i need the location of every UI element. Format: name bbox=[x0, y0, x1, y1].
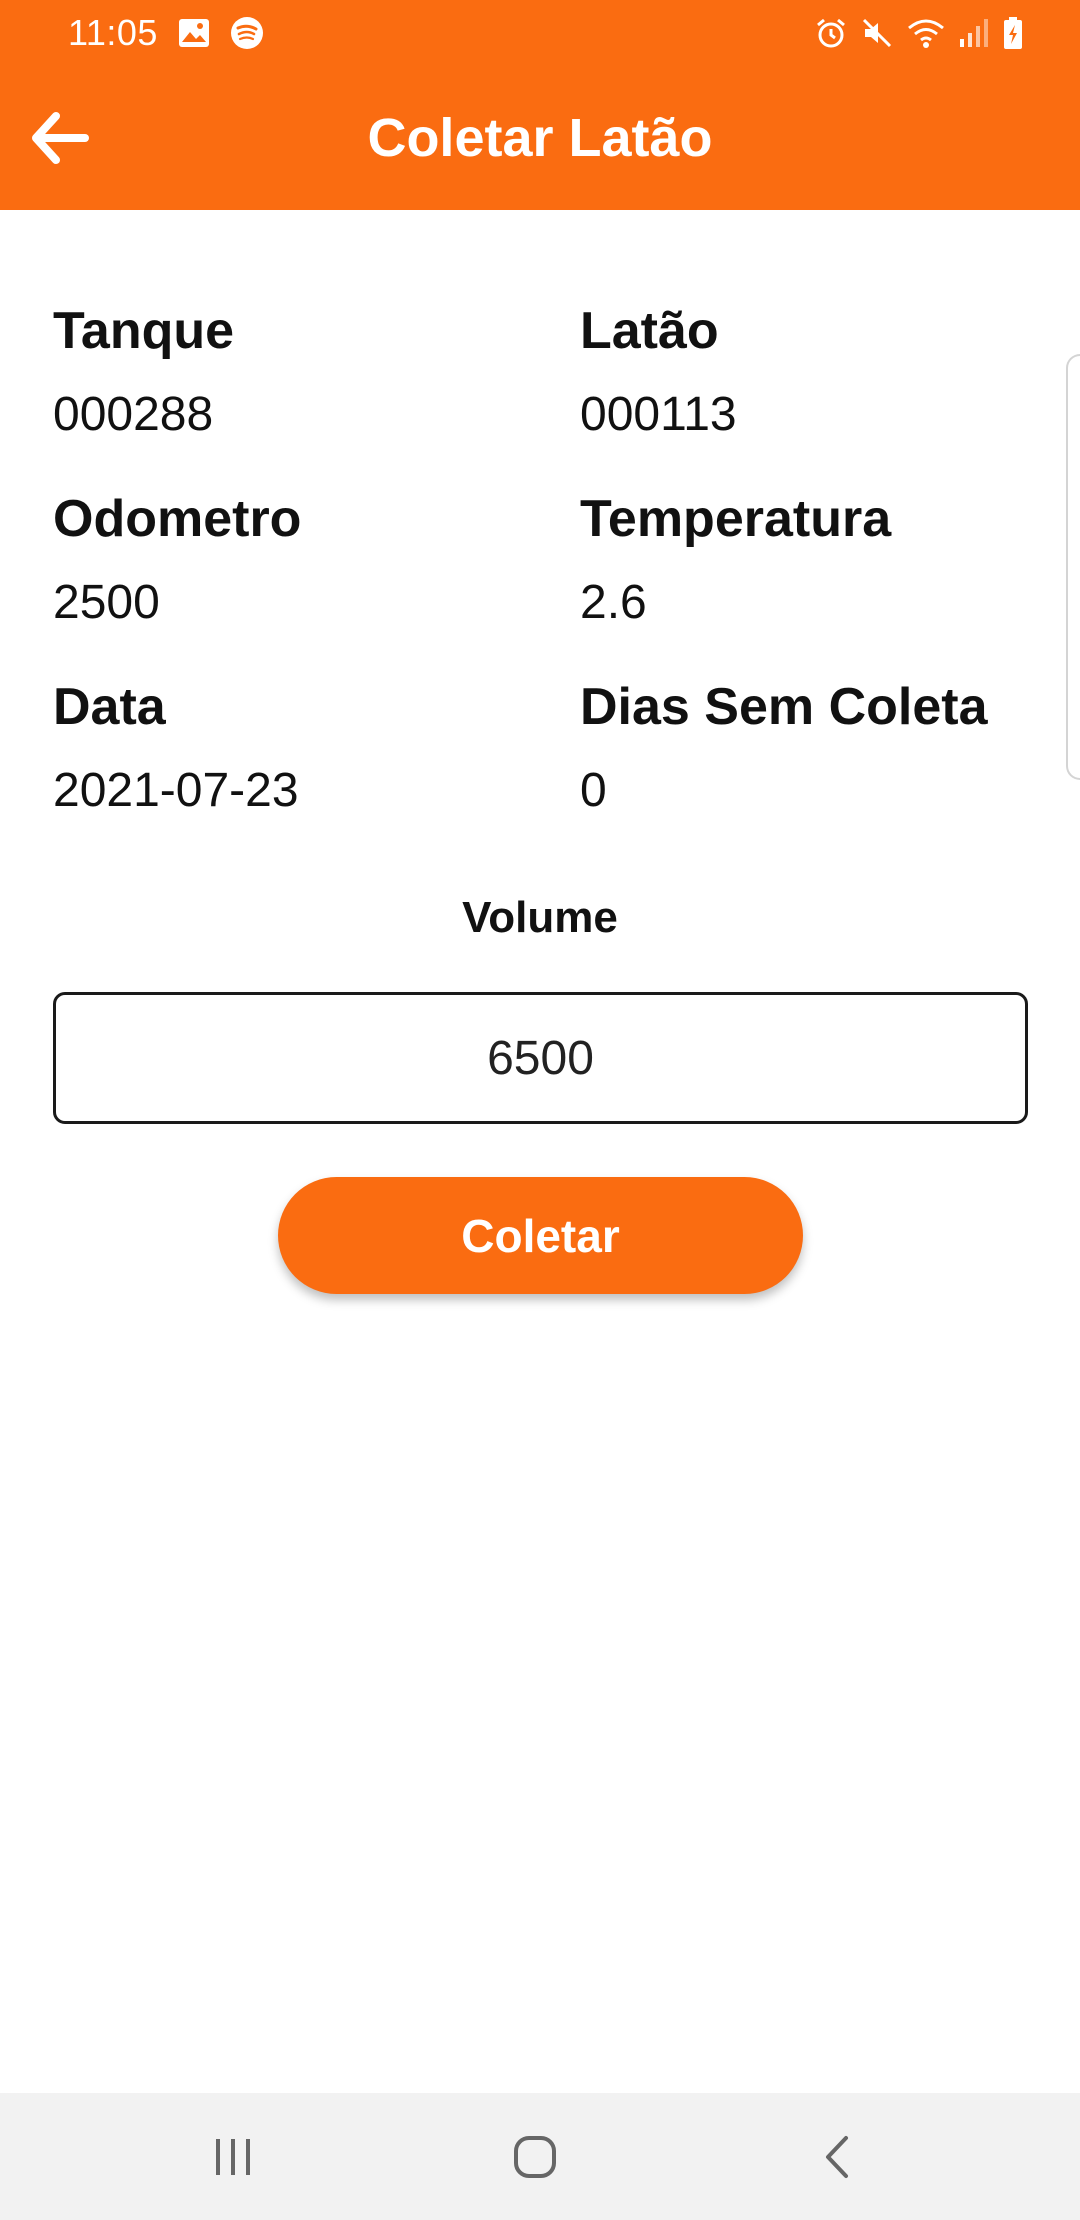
info-label: Latão bbox=[580, 302, 719, 360]
info-value: 2500 bbox=[53, 576, 160, 629]
status-bar: 11:05 bbox=[0, 0, 1080, 66]
info-label: Data bbox=[53, 678, 166, 736]
edge-panel-handle[interactable] bbox=[1066, 354, 1080, 780]
signal-icon bbox=[958, 17, 990, 49]
volume-label: Volume bbox=[462, 893, 618, 942]
status-right bbox=[814, 16, 1024, 50]
info-dias-sem-coleta: Dias Sem Coleta 0 bbox=[580, 676, 1033, 864]
info-label: Dias Sem Coleta bbox=[580, 678, 988, 736]
info-data: Data 2021-07-23 bbox=[53, 676, 580, 864]
collect-button[interactable]: Coletar bbox=[278, 1177, 803, 1294]
info-tanque: Tanque 000288 bbox=[53, 300, 580, 488]
status-left: 11:05 bbox=[68, 12, 264, 54]
home-icon bbox=[514, 2135, 556, 2178]
info-temperatura: Temperatura 2.6 bbox=[580, 488, 1033, 676]
collection-info: Tanque 000288 Latão 000113 Odometro 2500… bbox=[53, 300, 1033, 864]
info-label: Tanque bbox=[53, 302, 235, 360]
page-title: Coletar Latão bbox=[367, 108, 713, 168]
wifi-icon bbox=[906, 16, 946, 50]
system-nav-bar bbox=[0, 2093, 1080, 2220]
home-button[interactable] bbox=[465, 2093, 605, 2220]
info-value: 0 bbox=[580, 764, 607, 817]
back-button[interactable] bbox=[18, 96, 102, 180]
volume-input[interactable] bbox=[53, 992, 1028, 1124]
info-odometro: Odometro 2500 bbox=[53, 488, 580, 676]
recent-apps-icon bbox=[216, 2138, 250, 2175]
battery-charging-icon bbox=[1002, 16, 1024, 50]
info-value: 000113 bbox=[580, 388, 737, 441]
info-latao: Latão 000113 bbox=[580, 300, 1033, 488]
mute-icon bbox=[860, 16, 894, 50]
recent-apps-button[interactable] bbox=[163, 2093, 303, 2220]
back-icon bbox=[826, 2135, 848, 2178]
nav-back-button[interactable] bbox=[767, 2093, 907, 2220]
arrow-left-icon bbox=[32, 112, 89, 164]
info-value: 2021-07-23 bbox=[53, 764, 299, 817]
info-value: 2.6 bbox=[580, 576, 647, 629]
screen: 11:05 Coletar Latão Tanque 000288 Latão … bbox=[0, 0, 1080, 2220]
alarm-icon bbox=[814, 16, 848, 50]
info-label: Odometro bbox=[53, 490, 302, 548]
status-time: 11:05 bbox=[68, 12, 158, 53]
info-label: Temperatura bbox=[580, 490, 892, 548]
spotify-icon bbox=[230, 16, 264, 50]
gallery-icon bbox=[178, 18, 210, 48]
info-value: 000288 bbox=[53, 388, 214, 441]
app-bar: Coletar Latão bbox=[0, 66, 1080, 210]
